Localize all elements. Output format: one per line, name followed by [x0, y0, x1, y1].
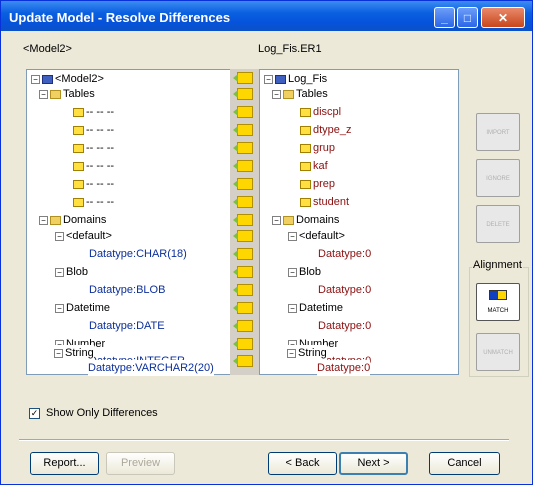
left-model-header: <Model2>: [23, 43, 72, 55]
tree-node-tables[interactable]: − Tables: [39, 86, 95, 102]
show-only-differences-checkbox[interactable]: ✓ Show Only Differences: [29, 407, 158, 419]
tree-node-domain[interactable]: − String: [54, 345, 94, 361]
tree-node-datatype[interactable]: Datatype:BLOB: [89, 282, 165, 298]
table-icon: [73, 197, 84, 207]
tree-node-domain[interactable]: − Blob: [288, 264, 321, 280]
tree-node-table[interactable]: -- -- --: [73, 194, 114, 210]
tree-node-table[interactable]: student: [300, 194, 349, 210]
model-icon: [42, 74, 53, 84]
merge-arrow-icon[interactable]: [233, 248, 253, 260]
folder-icon: [283, 89, 294, 99]
merge-arrow-icon[interactable]: [233, 106, 253, 118]
alignment-label: Alignment: [472, 259, 523, 271]
tree-node-domain[interactable]: − Blob: [55, 264, 88, 280]
tree-node-domains[interactable]: − Domains: [39, 212, 106, 228]
folder-icon: [50, 215, 61, 225]
table-icon: [73, 107, 84, 117]
window-title: Update Model - Resolve Differences: [9, 10, 231, 25]
tree-node-table[interactable]: -- -- --: [73, 140, 114, 156]
merge-arrow-icon[interactable]: [233, 355, 253, 367]
model-icon: [275, 74, 286, 84]
table-icon: [73, 179, 84, 189]
unmatch-button[interactable]: UNMATCH: [476, 333, 520, 371]
tree-node-domain[interactable]: − String: [287, 345, 327, 361]
tree-node-domain[interactable]: − Datetime: [288, 300, 343, 316]
merge-arrow-icon[interactable]: [233, 196, 253, 208]
merge-arrow-icon[interactable]: [233, 142, 253, 154]
tree-node-domain[interactable]: − <default>: [288, 228, 345, 244]
tree-node-table[interactable]: grup: [300, 140, 335, 156]
tree-node-datatype[interactable]: Datatype:0: [318, 282, 371, 298]
tree-node-table[interactable]: -- -- --: [73, 176, 114, 192]
tree-node-datatype[interactable]: Datatype:DATE: [89, 318, 165, 334]
left-tree-pane[interactable]: − <Model2> − Tables -- -- -- -- -- -- -- -…: [26, 69, 233, 375]
merge-arrow-icon[interactable]: [233, 178, 253, 190]
merge-arrow-icon[interactable]: [233, 302, 253, 314]
table-icon: [300, 197, 311, 207]
merge-arrow-column: [230, 69, 260, 375]
tree-node-table[interactable]: dtype_z: [300, 122, 352, 138]
table-icon: [300, 179, 311, 189]
report-button[interactable]: Report...: [30, 452, 99, 475]
import-button[interactable]: IMPORT: [476, 113, 520, 151]
table-icon: [73, 161, 84, 171]
tree-node-table[interactable]: -- -- --: [73, 122, 114, 138]
merge-arrow-icon[interactable]: [233, 320, 253, 332]
table-icon: [300, 125, 311, 135]
checkbox-icon: ✓: [29, 407, 40, 419]
tree-node-datatype[interactable]: Datatype:CHAR(18): [89, 246, 187, 262]
merge-arrow-icon[interactable]: [233, 338, 253, 350]
folder-icon: [283, 215, 294, 225]
tree-node-datatype[interactable]: Datatype:0: [317, 360, 371, 376]
tree-node-root[interactable]: − Log_Fis: [264, 71, 327, 87]
tree-node-datatype[interactable]: Datatype:VARCHAR2(20): [88, 360, 214, 376]
tree-node-table[interactable]: -- -- --: [73, 158, 114, 174]
tree-node-table[interactable]: -- -- --: [73, 104, 114, 120]
table-icon: [300, 107, 311, 117]
maximize-button[interactable]: □: [457, 7, 478, 28]
tree-node-domains[interactable]: − Domains: [272, 212, 339, 228]
merge-arrow-icon[interactable]: [233, 230, 253, 242]
tree-node-table[interactable]: kaf: [300, 158, 328, 174]
merge-arrow-icon[interactable]: [233, 160, 253, 172]
delete-button[interactable]: DELETE: [476, 205, 520, 243]
match-icon: [489, 290, 507, 300]
checkbox-label: Show Only Differences: [46, 407, 158, 419]
next-button[interactable]: Next >: [339, 452, 408, 475]
preview-button[interactable]: Preview: [106, 452, 175, 475]
minimize-button[interactable]: _: [434, 7, 455, 28]
merge-arrow-icon[interactable]: [233, 72, 253, 84]
table-icon: [73, 125, 84, 135]
tree-node-table[interactable]: discpl: [300, 104, 341, 120]
tree-node-root[interactable]: − <Model2>: [31, 71, 104, 87]
tree-node-datatype[interactable]: Datatype:0: [318, 318, 371, 334]
separator: [19, 439, 509, 441]
right-tree-pane[interactable]: − Log_Fis − Tables discpl dtype_z grup kaf…: [259, 69, 459, 375]
tree-node-tables[interactable]: − Tables: [272, 86, 328, 102]
back-button[interactable]: < Back: [268, 452, 337, 475]
table-icon: [73, 143, 84, 153]
table-icon: [300, 143, 311, 153]
right-model-header: Log_Fis.ER1: [258, 43, 322, 55]
tree-node-table[interactable]: prep: [300, 176, 335, 192]
merge-arrow-icon[interactable]: [233, 266, 253, 278]
merge-arrow-icon[interactable]: [233, 214, 253, 226]
merge-arrow-icon[interactable]: [233, 124, 253, 136]
tree-node-datatype[interactable]: Datatype:0: [318, 246, 371, 262]
ignore-button[interactable]: IGNORE: [476, 159, 520, 197]
merge-arrow-icon[interactable]: [233, 88, 253, 100]
folder-icon: [50, 89, 61, 99]
table-icon: [300, 161, 311, 171]
close-button[interactable]: ✕: [481, 7, 525, 28]
match-button[interactable]: MATCH: [476, 283, 520, 321]
merge-arrow-icon[interactable]: [233, 284, 253, 296]
cancel-button[interactable]: Cancel: [429, 452, 500, 475]
tree-node-domain[interactable]: − <default>: [55, 228, 112, 244]
title-bar: Update Model - Resolve Differences _ □ ✕: [1, 1, 532, 31]
tree-node-domain[interactable]: − Datetime: [55, 300, 110, 316]
dialog-window: Update Model - Resolve Differences _ □ ✕…: [0, 0, 533, 485]
